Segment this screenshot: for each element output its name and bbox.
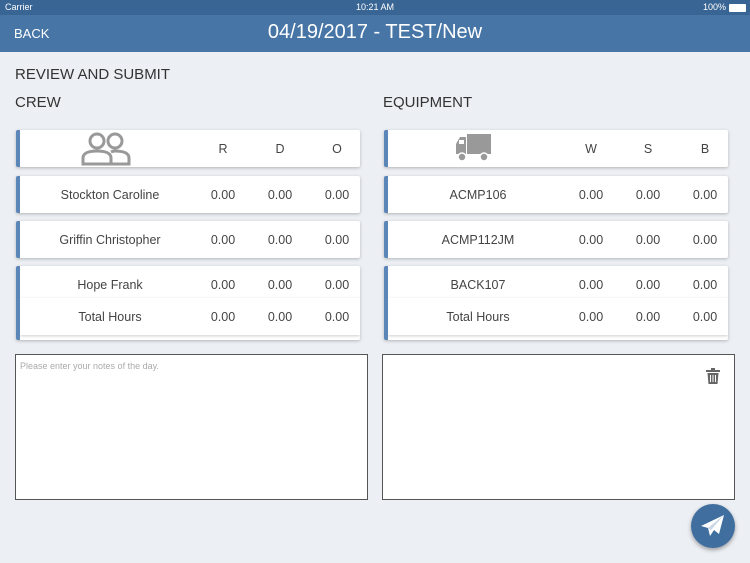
column-header: S [643, 142, 653, 156]
column-header: R [218, 142, 228, 156]
crew-heading: CREW [15, 94, 61, 111]
row-value: 0.00 [210, 188, 236, 202]
row-value: 0.00 [578, 278, 604, 292]
row-value: 0.00 [267, 233, 293, 247]
equipment-heading: EQUIPMENT [383, 94, 473, 111]
column-header: O [332, 142, 342, 156]
row-name: Griffin Christopher [59, 233, 161, 247]
row-value: 0.00 [324, 278, 350, 292]
row-value: 0.00 [635, 233, 661, 247]
battery-percent: 100% [702, 2, 726, 12]
total-value: 0.00 [692, 310, 718, 324]
clock: 10:21 AM [355, 2, 395, 12]
equipment-total-row: Total Hours 0.00 0.00 0.00 [388, 298, 728, 335]
total-value: 0.00 [210, 310, 236, 324]
crew-header-row: RDO [16, 130, 360, 167]
total-value: 0.00 [267, 310, 293, 324]
trash-icon[interactable] [706, 368, 720, 384]
submit-button[interactable] [691, 504, 735, 548]
crew-row[interactable]: Stockton Caroline 0.00 0.00 0.00 [16, 176, 360, 213]
total-value: 0.00 [578, 310, 604, 324]
row-value: 0.00 [210, 278, 236, 292]
people-icon [80, 132, 132, 169]
page-header-title: 04/19/2017 - TEST/New [267, 21, 483, 43]
equipment-row[interactable]: ACMP112JM 0.00 0.00 0.00 [384, 221, 728, 258]
column-header: D [275, 142, 285, 156]
row-value: 0.00 [578, 188, 604, 202]
equipment-row[interactable]: ACMP106 0.00 0.00 0.00 [384, 176, 728, 213]
status-bar: Carrier 10:21 AM 100% [0, 0, 750, 15]
crew-row[interactable]: Hope Frank 0.00 0.00 0.00 Total Hours 0.00 0.… [16, 266, 360, 340]
total-value: 0.00 [324, 310, 350, 324]
total-label: Total Hours [446, 310, 510, 324]
row-value: 0.00 [210, 233, 236, 247]
column-header: W [585, 142, 597, 156]
total-value: 0.00 [635, 310, 661, 324]
row-value: 0.00 [267, 188, 293, 202]
row-value: 0.00 [692, 233, 718, 247]
page-title: REVIEW AND SUBMIT [15, 66, 171, 83]
column-header: B [700, 142, 710, 156]
row-value: 0.00 [692, 278, 718, 292]
crew-row[interactable]: Griffin Christopher 0.00 0.00 0.00 [16, 221, 360, 258]
row-value: 0.00 [267, 278, 293, 292]
send-icon [701, 515, 724, 536]
row-value: 0.00 [635, 188, 661, 202]
row-name: Stockton Caroline [60, 188, 160, 202]
battery-icon [729, 4, 746, 12]
row-name: ACMP106 [449, 188, 507, 202]
row-value: 0.00 [578, 233, 604, 247]
equipment-header-row: WSB [384, 130, 728, 167]
notes-field[interactable] [15, 354, 368, 500]
crew-total-row: Total Hours 0.00 0.00 0.00 [20, 298, 360, 335]
row-name: ACMP112JM [441, 233, 515, 247]
row-value: 0.00 [324, 188, 350, 202]
equipment-row[interactable]: BACK107 0.00 0.00 0.00 Total Hours 0.00 0.00 0… [384, 266, 728, 340]
row-name: BACK107 [450, 278, 506, 292]
row-value: 0.00 [324, 233, 350, 247]
notes-input[interactable] [16, 355, 367, 499]
row-value: 0.00 [692, 188, 718, 202]
photo-area[interactable] [382, 354, 735, 500]
truck-icon [455, 132, 493, 165]
total-label: Total Hours [78, 310, 142, 324]
nav-bar: BACK 04/19/2017 - TEST/New [0, 15, 750, 52]
row-value: 0.00 [635, 278, 661, 292]
row-name: Hope Frank [77, 278, 143, 292]
